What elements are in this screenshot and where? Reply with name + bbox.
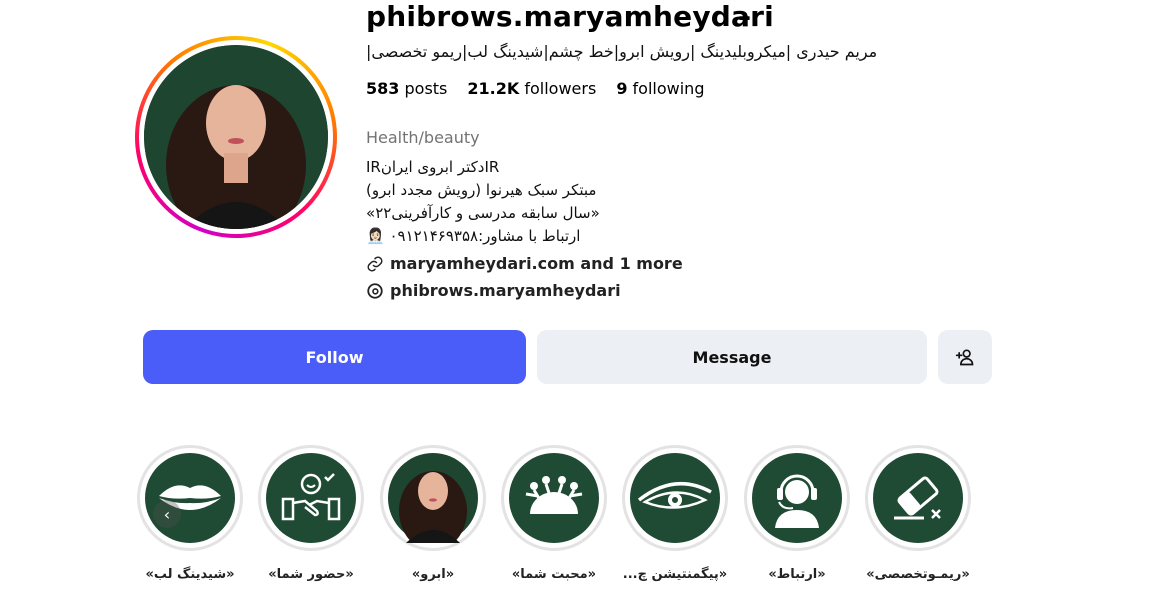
following-stat[interactable]: 9 following [616, 79, 704, 98]
add-user-icon [955, 349, 974, 366]
highlight-ring [137, 445, 243, 551]
highlight-item[interactable]: «ابرو» [380, 445, 486, 582]
followers-stat[interactable]: 21.2K followers [467, 79, 596, 98]
threads-link[interactable]: phibrows.maryamheydari [366, 281, 621, 300]
bio-line: ارتباط با مشاور:۰۹۱۲۱۴۶۹۳۵۸ 👩🏻‍💼 [366, 227, 581, 245]
profile-full-name: مریم حیدری |میکروبلیدینگ |رویش ابرو|خط چ… [366, 42, 878, 61]
handshake-icon [281, 473, 341, 521]
highlight-label: «محبت شما» [511, 567, 597, 582]
highlight-cover [752, 453, 842, 543]
avatar[interactable] [144, 45, 328, 229]
highlight-ring [744, 445, 850, 551]
message-button[interactable]: Message [537, 330, 927, 384]
following-label: following [632, 79, 705, 98]
followers-label: followers [524, 79, 597, 98]
highlight-ring [258, 445, 364, 551]
headset-icon [775, 474, 819, 528]
link-icon [367, 256, 383, 271]
profile-link[interactable]: maryamheydari.com and 1 more [366, 254, 683, 273]
highlight-item[interactable]: «محبت شما» [501, 445, 607, 582]
eraser-icon [894, 476, 941, 520]
profile-username: phibrows.maryamheydari [366, 0, 774, 33]
following-count: 9 [616, 79, 628, 98]
portrait-photo [399, 471, 467, 543]
highlight-label: «شیدینگ لب» [145, 567, 235, 582]
highlight-item[interactable]: «ریمـوتخصصی» [865, 445, 971, 582]
threads-icon [367, 282, 383, 299]
threads-text[interactable]: phibrows.maryamheydari [390, 281, 621, 300]
highlight-label: «ابرو» [411, 567, 455, 582]
highlight-label: «ارتباط» [768, 567, 826, 582]
bio-line: مبتکر سبک هیرنوا (رویش مجدد ابرو) [366, 181, 597, 199]
profile-category: Health/beauty [366, 128, 480, 147]
profile-stats: 583 posts 21.2K followers 9 following [366, 79, 704, 98]
bio-line: «سال سابقه مدرسی و کارآفرینی۲۲» [366, 204, 600, 222]
carousel-prev-button[interactable]: ‹ [153, 500, 181, 528]
highlight-item[interactable]: «ارتباط» [744, 445, 850, 582]
posts-label: posts [404, 79, 448, 98]
highlight-cover [266, 453, 356, 543]
highlight-ring [622, 445, 728, 551]
posts-count: 583 [366, 79, 400, 98]
highlight-item[interactable]: «پیگمنتیشن چ... [622, 445, 728, 582]
people-circle-icon [525, 476, 583, 514]
highlight-ring [865, 445, 971, 551]
profile-bio: IRدکتر ابروی ایرانIR مبتکر سبک هیرنوا (ر… [366, 156, 600, 248]
highlight-cover [145, 453, 235, 543]
more-options-icon[interactable]: ⋯ [738, 6, 759, 30]
highlight-ring [501, 445, 607, 551]
avatar-portrait-graphic [144, 45, 328, 229]
followers-count: 21.2K [467, 79, 520, 98]
highlight-cover [388, 453, 478, 543]
eye-icon [637, 481, 712, 509]
highlight-cover [873, 453, 963, 543]
add-user-button[interactable] [938, 330, 992, 384]
highlight-item[interactable]: «حضور شما» [258, 445, 364, 582]
chevron-left-icon: ‹ [163, 504, 171, 524]
posts-stat: 583 posts [366, 79, 447, 98]
link-text[interactable]: maryamheydari.com and 1 more [390, 254, 683, 273]
bio-line: IRدکتر ابروی ایرانIR [366, 158, 500, 176]
highlight-ring [380, 445, 486, 551]
highlight-cover [509, 453, 599, 543]
highlight-label: «پیگمنتیشن چ... [622, 567, 728, 582]
follow-button[interactable]: Follow [143, 330, 526, 384]
highlight-label: «حضور شما» [268, 567, 354, 582]
highlight-label: «ریمـوتخصصی» [866, 567, 970, 582]
highlight-cover [630, 453, 720, 543]
